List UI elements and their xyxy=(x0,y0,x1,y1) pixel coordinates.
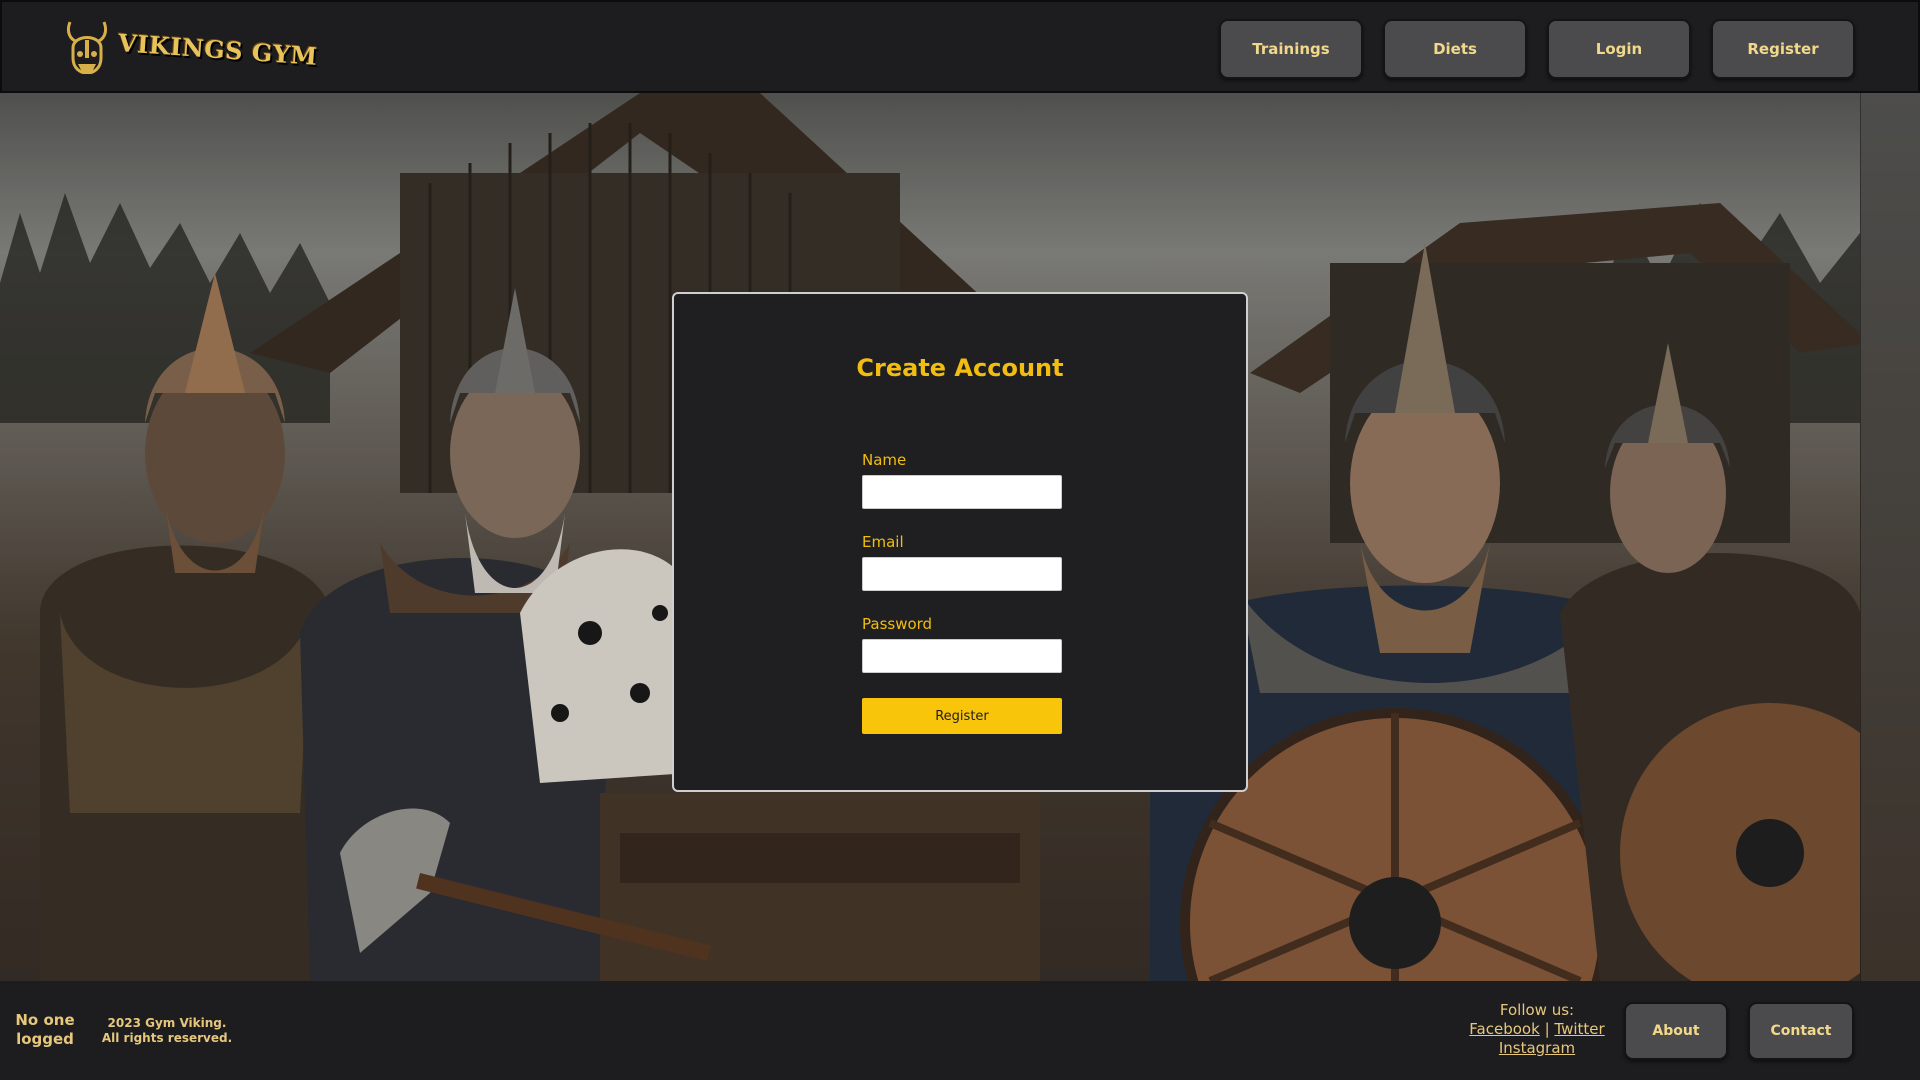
create-account-card: Create Account Name Email Password Regis… xyxy=(672,292,1248,792)
horned-helmet-icon xyxy=(66,21,108,74)
logo-text: VIKINGS GYM xyxy=(117,27,319,71)
nav-trainings-button[interactable]: Trainings xyxy=(1219,19,1363,79)
contact-button[interactable]: Contact xyxy=(1748,1002,1854,1060)
name-input[interactable] xyxy=(862,475,1062,509)
form-title: Create Account xyxy=(856,354,1064,382)
password-label: Password xyxy=(862,615,933,633)
social-links: Follow us: Facebook | Twitter Instagram xyxy=(1460,1001,1614,1058)
logo[interactable]: VIKINGS GYM xyxy=(64,16,319,76)
session-status: No one logged xyxy=(15,1011,75,1048)
site-footer: No one logged 2023 Gym Viking. All right… xyxy=(0,981,1920,1080)
follow-label: Follow us: xyxy=(1499,1001,1575,1019)
nav-diets-button[interactable]: Diets xyxy=(1383,19,1527,79)
about-button[interactable]: About xyxy=(1624,1002,1728,1060)
hero-edge-strip xyxy=(1860,93,1920,981)
nav-login-button[interactable]: Login xyxy=(1547,19,1691,79)
copyright-line-1: 2023 Gym Viking. xyxy=(107,1016,227,1030)
email-label: Email xyxy=(862,533,904,551)
twitter-link[interactable]: Twitter xyxy=(1554,1020,1604,1038)
facebook-link[interactable]: Facebook xyxy=(1469,1020,1539,1038)
instagram-link[interactable]: Instagram xyxy=(1499,1039,1575,1057)
site-header: VIKINGS GYM Trainings Diets Login Regist… xyxy=(0,0,1920,93)
password-input[interactable] xyxy=(862,639,1062,673)
copyright: 2023 Gym Viking. All rights reserved. xyxy=(96,1016,238,1046)
register-submit-button[interactable]: Register xyxy=(862,698,1062,734)
email-input[interactable] xyxy=(862,557,1062,591)
name-label: Name xyxy=(862,451,907,469)
link-separator: | xyxy=(1544,1020,1550,1038)
copyright-line-2: All rights reserved. xyxy=(101,1031,233,1045)
nav-register-button[interactable]: Register xyxy=(1711,19,1855,79)
